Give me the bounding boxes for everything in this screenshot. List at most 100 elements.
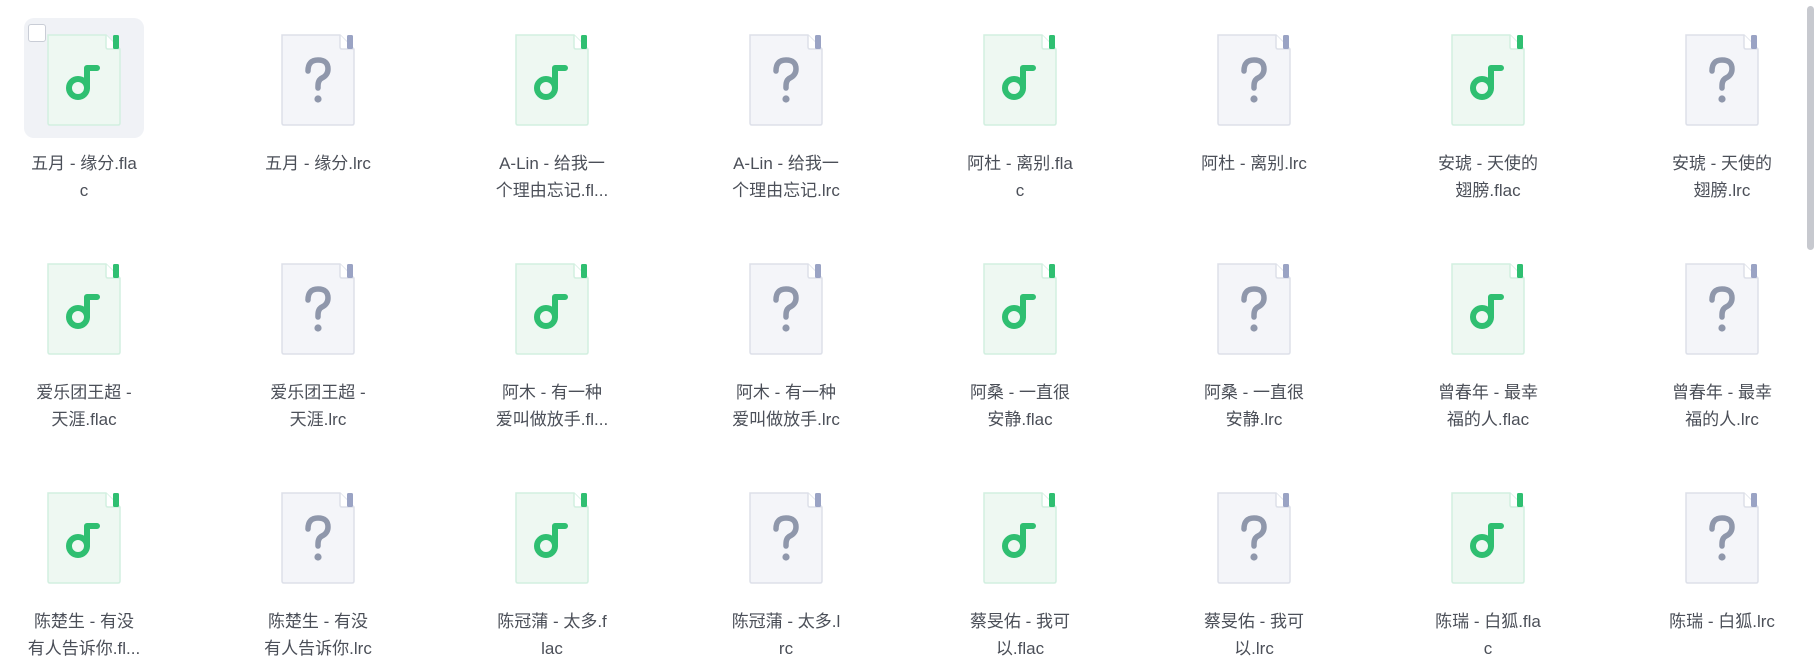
file-name-line1: 陈楚生 - 有没 [33,612,135,631]
file-name-label: 阿杜 - 离别.fla c [944,150,1096,204]
file-tile[interactable]: 阿杜 - 离别.lrc [1170,0,1320,200]
file-tile[interactable]: A-Lin - 给我一 个理由忘记.lrc [702,0,852,200]
file-name-line2: 以.flac [995,639,1045,658]
unknown-file-icon [278,491,358,585]
file-name-line1: 陈楚生 - 有没 [267,612,369,631]
file-tile[interactable]: 陈楚生 - 有没 有人告诉你.fl... [0,458,150,658]
file-name-line1: 五月 - 缘分.lrc [265,154,371,173]
file-name-label: 五月 - 缘分.lrc [242,150,394,177]
file-name-line2: 个理由忘记.lrc [732,181,840,200]
file-name-line1: A-Lin - 给我一 [733,154,839,173]
file-name-line1: 陈瑞 - 白狐.fla [1435,612,1541,631]
file-name-line2: 以.lrc [1234,639,1274,658]
file-name-line1: 陈瑞 - 白狐.lrc [1669,612,1775,631]
unknown-file-icon [746,262,826,356]
file-name-line2: 爱叫做放手.fl... [495,410,609,429]
file-name-label: 阿木 - 有一种 爱叫做放手.lrc [710,379,862,433]
file-name-line1: 阿桑 - 一直很 [969,383,1071,402]
file-name-line1: 五月 - 缘分.fla [31,154,137,173]
file-tile[interactable]: 阿桑 - 一直很 安静.flac [936,229,1086,429]
file-name-line2: 有人告诉你.fl... [27,639,141,658]
scrollbar-thumb[interactable] [1807,6,1814,250]
file-tile[interactable]: 曾春年 - 最幸 福的人.flac [1404,229,1554,429]
file-name-line1: 蔡旻佑 - 我可 [1203,612,1305,631]
file-name-line1: 阿木 - 有一种 [735,383,837,402]
file-name-label: 陈冠蒲 - 太多.f lac [476,608,628,662]
unknown-file-icon [278,262,358,356]
file-name-line2: 福的人.flac [1446,410,1530,429]
music-file-icon [980,262,1060,356]
unknown-file-icon [278,33,358,127]
file-name-line2: 安静.lrc [1225,410,1283,429]
file-name-label: 陈瑞 - 白狐.fla c [1412,608,1564,662]
file-tile[interactable]: 陈瑞 - 白狐.fla c [1404,458,1554,658]
file-name-line2: 爱叫做放手.lrc [732,410,840,429]
unknown-file-icon [1214,33,1294,127]
file-tile[interactable]: A-Lin - 给我一 个理由忘记.fl... [468,0,618,200]
file-tile[interactable]: 五月 - 缘分.lrc [234,0,384,200]
unknown-file-icon [746,33,826,127]
file-tile[interactable]: 阿桑 - 一直很 安静.lrc [1170,229,1320,429]
file-name-label: A-Lin - 给我一 个理由忘记.fl... [476,150,628,204]
vertical-scrollbar[interactable] [1803,0,1818,667]
file-name-label: 五月 - 缘分.fla c [8,150,160,204]
file-name-line2: 天涯.lrc [289,410,347,429]
file-name-line2: lac [541,639,563,658]
file-name-line1: 阿桑 - 一直很 [1203,383,1305,402]
file-name-line1: 蔡旻佑 - 我可 [969,612,1071,631]
file-name-label: 陈楚生 - 有没 有人告诉你.lrc [242,608,394,662]
file-tile[interactable]: 陈冠蒲 - 太多.l rc [702,458,852,658]
file-tile[interactable]: 安琥 - 天使的 翅膀.flac [1404,0,1554,200]
file-name-line2: 有人告诉你.lrc [264,639,372,658]
file-name-label: 曾春年 - 最幸 福的人.flac [1412,379,1564,433]
file-tile[interactable]: 安琥 - 天使的 翅膀.lrc [1638,0,1788,200]
file-tile[interactable]: 蔡旻佑 - 我可 以.flac [936,458,1086,658]
file-name-line1: A-Lin - 给我一 [499,154,605,173]
file-tile[interactable]: 陈瑞 - 白狐.lrc [1638,458,1788,658]
file-tile[interactable]: 爱乐团王超 - 天涯.lrc [234,229,384,429]
file-tile[interactable]: 阿杜 - 离别.fla c [936,0,1086,200]
file-tile[interactable]: 爱乐团王超 - 天涯.flac [0,229,150,429]
file-name-line2: rc [778,639,794,658]
file-tile[interactable]: 陈冠蒲 - 太多.f lac [468,458,618,658]
file-name-label: 陈楚生 - 有没 有人告诉你.fl... [8,608,160,662]
file-name-label: 爱乐团王超 - 天涯.flac [8,379,160,433]
music-file-icon [44,491,124,585]
file-name-line1: 曾春年 - 最幸 [1437,383,1539,402]
file-name-label: 阿桑 - 一直很 安静.flac [944,379,1096,433]
file-tile[interactable]: 蔡旻佑 - 我可 以.lrc [1170,458,1320,658]
music-file-icon [980,33,1060,127]
file-name-label: 蔡旻佑 - 我可 以.flac [944,608,1096,662]
file-name-label: 陈冠蒲 - 太多.l rc [710,608,862,662]
music-file-icon [1448,262,1528,356]
music-file-icon [512,33,592,127]
file-name-line1: 曾春年 - 最幸 [1671,383,1773,402]
file-tile[interactable]: 曾春年 - 最幸 福的人.lrc [1638,229,1788,429]
file-grid: 五月 - 缘分.fla c 五月 - 缘分.lrc A-Lin - 给我一 个理由忘… [0,0,1800,667]
file-name-label: 安琥 - 天使的 翅膀.flac [1412,150,1564,204]
music-file-icon [512,491,592,585]
file-name-label: 爱乐团王超 - 天涯.lrc [242,379,394,433]
file-name-label: 蔡旻佑 - 我可 以.lrc [1178,608,1330,662]
unknown-file-icon [746,491,826,585]
file-tile[interactable]: 陈楚生 - 有没 有人告诉你.lrc [234,458,384,658]
select-checkbox[interactable] [28,24,46,42]
file-name-line1: 陈冠蒲 - 太多.f [497,612,607,631]
file-tile[interactable]: 阿木 - 有一种 爱叫做放手.lrc [702,229,852,429]
unknown-file-icon [1682,33,1762,127]
file-name-line2: c [1015,181,1025,200]
file-name-line2: 福的人.lrc [1685,410,1759,429]
unknown-file-icon [1214,262,1294,356]
file-tile[interactable]: 五月 - 缘分.fla c [0,0,150,200]
file-name-line2: 安静.flac [987,410,1053,429]
file-name-line1: 阿杜 - 离别.fla [967,154,1073,173]
music-file-icon [44,262,124,356]
unknown-file-icon [1214,491,1294,585]
file-tile[interactable]: 阿木 - 有一种 爱叫做放手.fl... [468,229,618,429]
file-name-line2: c [79,181,89,200]
file-name-label: 阿桑 - 一直很 安静.lrc [1178,379,1330,433]
file-name-line1: 爱乐团王超 - [36,383,132,402]
file-name-line2: 翅膀.lrc [1693,181,1751,200]
music-file-icon [512,262,592,356]
music-file-icon [44,33,124,127]
